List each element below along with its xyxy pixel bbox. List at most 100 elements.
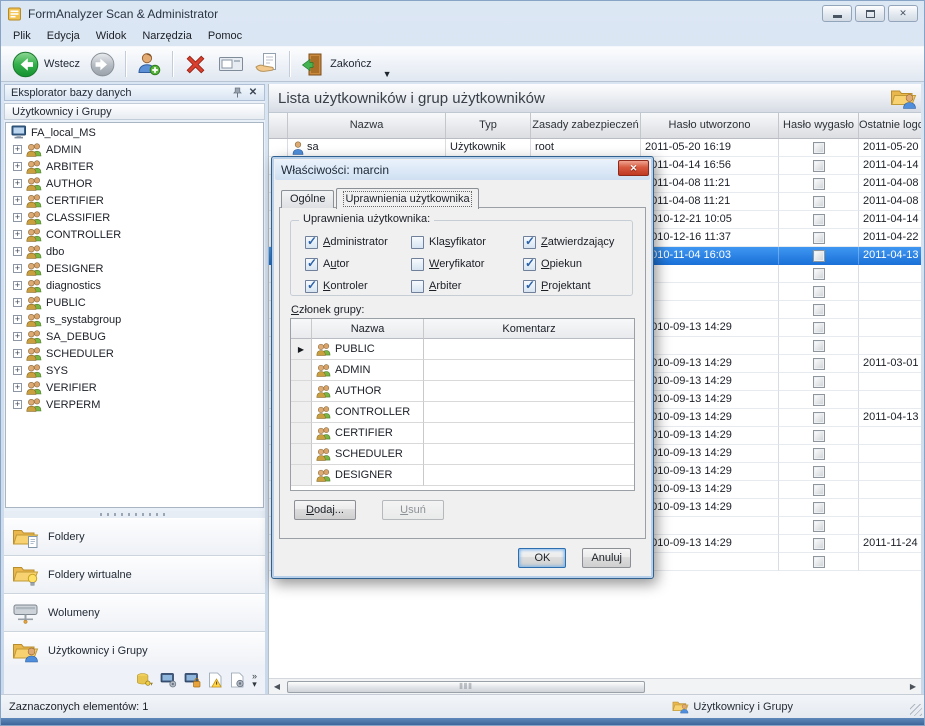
toolbar-overflow-button[interactable]: ▼ (379, 69, 396, 79)
nav-item-virtual-folders[interactable]: Foldery wirtualne (4, 556, 265, 594)
delete-button[interactable] (178, 50, 213, 79)
add-user-button[interactable] (131, 49, 167, 79)
member-group-row[interactable]: SCHEDULER (291, 444, 634, 465)
menu-item[interactable]: Narzędzia (134, 28, 200, 44)
tree-group-item[interactable]: + SA_DEBUG (6, 328, 263, 345)
scroll-right-button[interactable]: ▶ (905, 680, 921, 694)
more-icon[interactable]: »▾ (252, 672, 257, 688)
permission-checkbox[interactable] (305, 258, 318, 271)
expired-checkbox[interactable] (813, 466, 825, 478)
tree-section-header[interactable]: Użytkownicy i Grupy (4, 103, 265, 120)
expired-checkbox[interactable] (813, 502, 825, 514)
tree-expander-icon[interactable]: + (13, 349, 22, 358)
nav-item-volumes[interactable]: Wolumeny (4, 594, 265, 632)
expired-checkbox[interactable] (813, 538, 825, 550)
permission-checkbox[interactable] (305, 280, 318, 293)
expired-checkbox[interactable] (813, 160, 825, 172)
tree-group-item[interactable]: + SYS (6, 362, 263, 379)
tree-group-item[interactable]: + CONTROLLER (6, 226, 263, 243)
remove-button[interactable]: Usuń (382, 500, 444, 520)
tree-expander-icon[interactable]: + (13, 383, 22, 392)
tree-expander-icon[interactable]: + (13, 264, 22, 273)
member-group-row[interactable]: ▶ PUBLIC (291, 339, 634, 360)
tree-group-item[interactable]: + CLASSIFIER (6, 209, 263, 226)
send-button[interactable] (249, 50, 284, 78)
permission-checkbox[interactable] (411, 280, 424, 293)
forward-button[interactable] (85, 50, 120, 79)
tree-expander-icon[interactable]: + (13, 179, 22, 188)
resize-grip[interactable] (910, 704, 922, 716)
tree-group-item[interactable]: + dbo (6, 243, 263, 260)
panel-splitter[interactable] (4, 511, 265, 518)
cancel-button[interactable]: Anuluj (582, 548, 631, 568)
tree-expander-icon[interactable]: + (13, 281, 22, 290)
expired-checkbox[interactable] (813, 358, 825, 370)
close-button[interactable]: ✕ (888, 5, 918, 22)
database-key-icon[interactable] (136, 672, 153, 688)
permission-checkbox[interactable] (411, 236, 424, 249)
tree-group-item[interactable]: + DESIGNER (6, 260, 263, 277)
table-row[interactable]: sa Użytkownik root 2011-05-20 16:19 2011… (269, 139, 921, 157)
scrollbar-thumb[interactable]: ⦀⦀⦀ (287, 681, 645, 693)
expired-checkbox[interactable] (813, 376, 825, 388)
tree-expander-icon[interactable]: + (13, 400, 22, 409)
expired-checkbox[interactable] (813, 286, 825, 298)
member-group-row[interactable]: AUTHOR (291, 381, 634, 402)
expired-checkbox[interactable] (813, 268, 825, 280)
expired-checkbox[interactable] (813, 232, 825, 244)
tree-expander-icon[interactable]: + (13, 315, 22, 324)
expired-checkbox[interactable] (813, 304, 825, 316)
back-button[interactable]: Wstecz (7, 49, 85, 80)
tree-group-item[interactable]: + VERIFIER (6, 379, 263, 396)
column-header-name[interactable]: Nazwa (288, 113, 446, 138)
tree-group-item[interactable]: + SCHEDULER (6, 345, 263, 362)
menu-item[interactable]: Pomoc (200, 28, 250, 44)
rename-button[interactable] (213, 51, 249, 77)
expired-checkbox[interactable] (813, 448, 825, 460)
permission-checkbox[interactable] (523, 258, 536, 271)
expired-checkbox[interactable] (813, 214, 825, 226)
volume-gear-icon[interactable] (160, 672, 177, 688)
tree-expander-icon[interactable]: + (13, 366, 22, 375)
column-header-password-expired[interactable]: Hasło wygasło (779, 113, 859, 138)
tree-group-item[interactable]: + PUBLIC (6, 294, 263, 311)
maximize-button[interactable] (855, 5, 885, 22)
column-header-policy[interactable]: Zasady zabezpieczeń (531, 113, 641, 138)
tree-group-item[interactable]: + diagnostics (6, 277, 263, 294)
title-bar[interactable]: FormAnalyzer Scan & Administrator ✕ (1, 1, 924, 26)
tree-group-item[interactable]: + CERTIFIER (6, 192, 263, 209)
expired-checkbox[interactable] (813, 556, 825, 568)
volume-lock-icon[interactable] (184, 672, 201, 688)
add-button[interactable]: Dodaj... (294, 500, 356, 520)
expired-checkbox[interactable] (813, 322, 825, 334)
tree-expander-icon[interactable]: + (13, 196, 22, 205)
expired-checkbox[interactable] (813, 412, 825, 424)
minimize-button[interactable] (822, 5, 852, 22)
member-group-row[interactable]: CONTROLLER (291, 402, 634, 423)
member-comment-header[interactable]: Komentarz (424, 319, 634, 339)
report-warning-icon[interactable] (208, 672, 223, 688)
expired-checkbox[interactable] (813, 178, 825, 190)
member-group-row[interactable]: CERTIFIER (291, 423, 634, 444)
column-header-last-login[interactable]: Ostatnie logowanie (859, 113, 921, 138)
tree-expander-icon[interactable]: + (13, 247, 22, 256)
expired-checkbox[interactable] (813, 142, 825, 154)
tree-expander-icon[interactable]: + (13, 145, 22, 154)
menu-item[interactable]: Edycja (39, 28, 88, 44)
tree-group-item[interactable]: + VERPERM (6, 396, 263, 413)
tree-group-item[interactable]: + rs_systabgroup (6, 311, 263, 328)
tree-expander-icon[interactable]: + (13, 230, 22, 239)
exit-button[interactable]: Zakończ (295, 50, 377, 79)
tree-group-item[interactable]: + AUTHOR (6, 175, 263, 192)
expired-checkbox[interactable] (813, 340, 825, 352)
tree-group-item[interactable]: + ADMIN (6, 141, 263, 158)
scroll-left-button[interactable]: ◀ (269, 680, 285, 694)
ok-button[interactable]: OK (518, 548, 566, 568)
tree-expander-icon[interactable]: + (13, 162, 22, 171)
expired-checkbox[interactable] (813, 250, 825, 262)
member-group-row[interactable]: ADMIN (291, 360, 634, 381)
menu-item[interactable]: Widok (88, 28, 135, 44)
tree-group-item[interactable]: + ARBITER (6, 158, 263, 175)
expired-checkbox[interactable] (813, 394, 825, 406)
pin-button[interactable] (230, 86, 244, 99)
